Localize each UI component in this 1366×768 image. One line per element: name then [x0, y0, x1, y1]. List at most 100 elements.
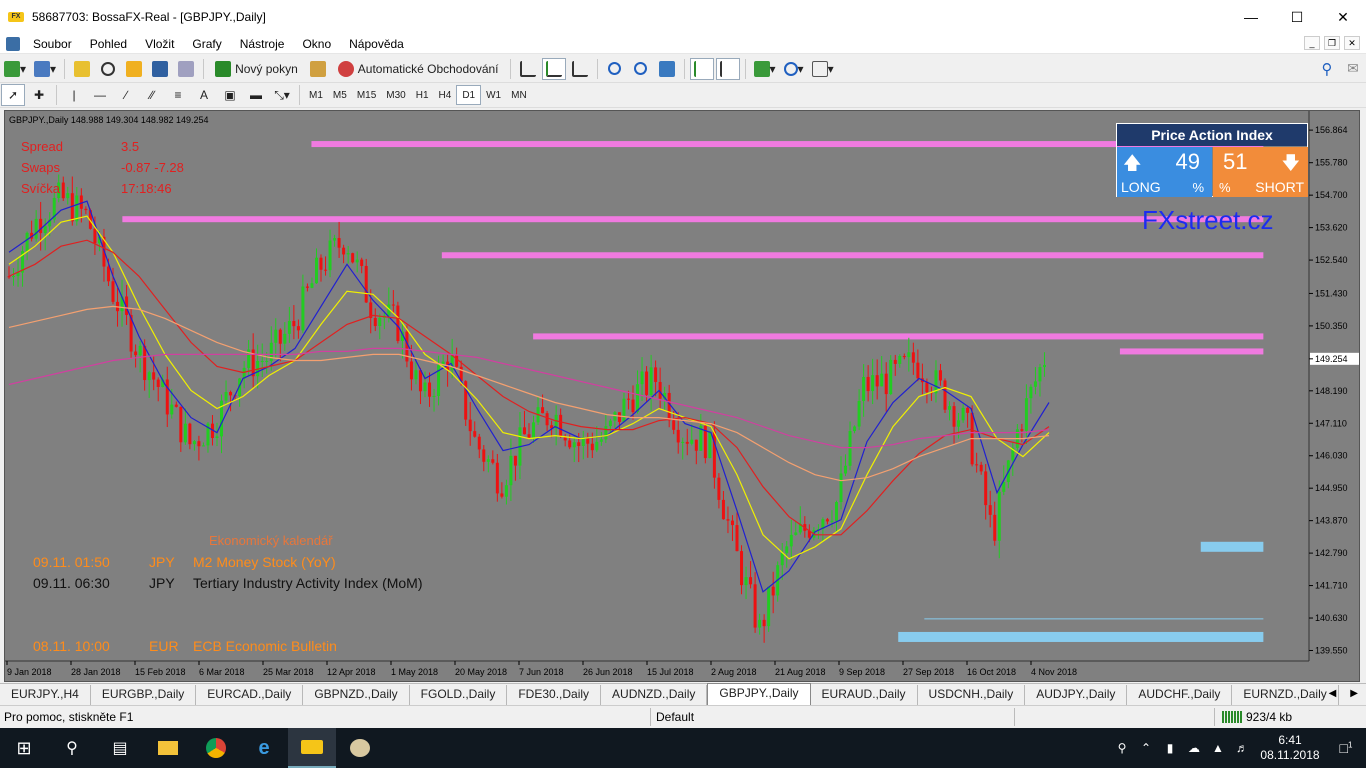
people-icon[interactable]: ⚲ — [1110, 741, 1134, 755]
tile-windows-button[interactable] — [655, 58, 679, 80]
notification-icon[interactable]: □1 — [1326, 740, 1366, 756]
tf-m15[interactable]: M15 — [352, 85, 381, 105]
chart-tab[interactable]: FGOLD.,Daily — [410, 685, 508, 705]
arrows-tool[interactable]: ⤡▾ — [270, 84, 294, 106]
profiles-button[interactable]: ▾ — [31, 58, 59, 80]
task-view-icon[interactable]: ▤ — [96, 728, 144, 768]
market-watch-button[interactable] — [70, 58, 94, 80]
chart-tab[interactable]: AUDNZD.,Daily — [601, 685, 708, 705]
connection-status[interactable]: 923/4 kb — [1222, 710, 1292, 724]
mdi-close-button[interactable]: ✕ — [1344, 36, 1360, 50]
new-chart-button[interactable]: ▾ — [1, 58, 29, 80]
tf-h1[interactable]: H1 — [411, 85, 434, 105]
indicators-button[interactable]: ▾ — [751, 58, 779, 80]
tf-m1[interactable]: M1 — [304, 85, 328, 105]
chevron-right-icon[interactable]: ▶ — [1350, 688, 1358, 699]
mdi-minimize-button[interactable]: _ — [1304, 36, 1320, 50]
file-explorer-icon[interactable] — [144, 728, 192, 768]
auto-trading-button[interactable]: Automatické Obchodování — [332, 58, 505, 80]
tab-scroll-arrows[interactable]: ◀ ▶ — [1329, 688, 1358, 699]
menu-charts[interactable]: Grafy — [183, 37, 230, 51]
horizontal-line-tool[interactable]: — — [88, 84, 112, 106]
clock[interactable]: 6:41 08.11.2018 — [1254, 733, 1326, 763]
menu-view[interactable]: Pohled — [81, 37, 136, 51]
chart-tab[interactable]: AUDJPY.,Daily — [1025, 685, 1128, 705]
navigator-button[interactable] — [122, 58, 146, 80]
new-order-icon — [215, 60, 232, 77]
chart-tab[interactable]: GBPNZD.,Daily — [303, 685, 410, 705]
candle-body — [640, 371, 644, 385]
data-window-button[interactable] — [96, 58, 120, 80]
price-chart[interactable]: 156.864 155.780 154.700 153.620 152.540 151.4… — [4, 110, 1360, 682]
battery-icon[interactable]: ▮ — [1158, 741, 1182, 755]
candle-body — [351, 253, 355, 263]
tf-m30[interactable]: M30 — [381, 85, 410, 105]
chart-tab[interactable]: AUDCHF.,Daily — [1127, 685, 1233, 705]
maximize-button[interactable]: ☐ — [1274, 0, 1320, 34]
mt4-taskbar-icon[interactable] — [288, 728, 336, 768]
menu-file[interactable]: Soubor — [24, 37, 81, 51]
chart-tab[interactable]: GBPJPY.,Daily — [707, 683, 811, 705]
metaeditor-button[interactable] — [306, 58, 330, 80]
minimize-button[interactable]: — — [1228, 0, 1274, 34]
close-button[interactable]: ✕ — [1320, 0, 1366, 34]
vertical-line-tool[interactable]: | — [62, 84, 86, 106]
chrome-icon[interactable] — [192, 728, 240, 768]
tf-m5[interactable]: M5 — [328, 85, 352, 105]
search-taskbar-icon[interactable]: ⚲ — [48, 728, 96, 768]
chart-tab[interactable]: EURJPY.,H4 — [0, 685, 91, 705]
chat-button[interactable]: ✉ — [1341, 58, 1365, 80]
volume-icon[interactable]: ♬ — [1230, 741, 1254, 755]
menu-help[interactable]: Nápověda — [340, 37, 413, 51]
new-order-button[interactable]: Nový pokyn — [209, 58, 304, 80]
onedrive-icon[interactable]: ☁ — [1182, 741, 1206, 755]
cursor-tool[interactable]: ➚ — [1, 84, 25, 106]
strategy-tester-button[interactable] — [174, 58, 198, 80]
tf-mn[interactable]: MN — [506, 85, 532, 105]
paint-icon[interactable] — [336, 728, 384, 768]
candle-body — [360, 259, 364, 266]
tf-d1[interactable]: D1 — [456, 85, 482, 105]
periods-button[interactable]: ▾ — [781, 58, 807, 80]
templates-button[interactable]: ▾ — [809, 58, 837, 80]
support-zone — [898, 631, 1264, 642]
fibonacci-tool[interactable]: ≡ — [166, 84, 190, 106]
clock-time: 6:41 — [1278, 733, 1302, 747]
chevron-up-icon[interactable]: ⌃ — [1134, 741, 1158, 755]
equidistant-channel-tool[interactable]: ∕∕ — [140, 84, 164, 106]
crosshair-tool[interactable]: ✚ — [27, 84, 51, 106]
menu-tools[interactable]: Nástroje — [231, 37, 294, 51]
text-label-tool[interactable]: ▣ — [218, 84, 242, 106]
line-chart-button[interactable] — [568, 58, 592, 80]
chart-tab[interactable]: EURNZD.,Daily — [1232, 685, 1339, 705]
search-button[interactable]: ⚲ — [1315, 58, 1339, 80]
profile-name[interactable]: Default — [656, 710, 694, 724]
candle-body — [880, 373, 884, 387]
auto-scroll-button[interactable] — [689, 57, 714, 80]
mdi-restore-button[interactable]: ❐ — [1324, 36, 1340, 50]
text-tool[interactable]: A — [192, 84, 216, 106]
windows-start-icon[interactable]: ⊞ — [0, 728, 48, 768]
zoom-in-button[interactable] — [603, 58, 627, 80]
zoom-out-button[interactable] — [629, 58, 653, 80]
rectangle-tool[interactable]: ▬ — [244, 84, 268, 106]
chart-window-icon[interactable] — [6, 36, 20, 51]
chart-tab[interactable]: USDCNH.,Daily — [918, 685, 1026, 705]
chevron-left-icon[interactable]: ◀ — [1329, 688, 1337, 699]
tf-w1[interactable]: W1 — [481, 85, 506, 105]
chart-tab[interactable]: EURCAD.,Daily — [196, 685, 304, 705]
chart-tab[interactable]: FDE30.,Daily — [507, 685, 602, 705]
bar-chart-button[interactable] — [516, 58, 540, 80]
internet-explorer-icon[interactable]: e — [240, 728, 288, 768]
chart-shift-button[interactable] — [715, 57, 740, 80]
candle-body — [862, 376, 866, 402]
menu-window[interactable]: Okno — [293, 37, 340, 51]
terminal-button[interactable] — [148, 58, 172, 80]
chart-tab[interactable]: EURAUD.,Daily — [811, 685, 918, 705]
network-icon[interactable]: ▲ — [1206, 741, 1230, 755]
menu-insert[interactable]: Vložit — [136, 37, 183, 51]
candlestick-button[interactable] — [541, 57, 566, 80]
chart-tab[interactable]: EURGBP.,Daily — [91, 685, 197, 705]
tf-h4[interactable]: H4 — [434, 85, 457, 105]
trendline-tool[interactable]: ∕ — [114, 84, 138, 106]
